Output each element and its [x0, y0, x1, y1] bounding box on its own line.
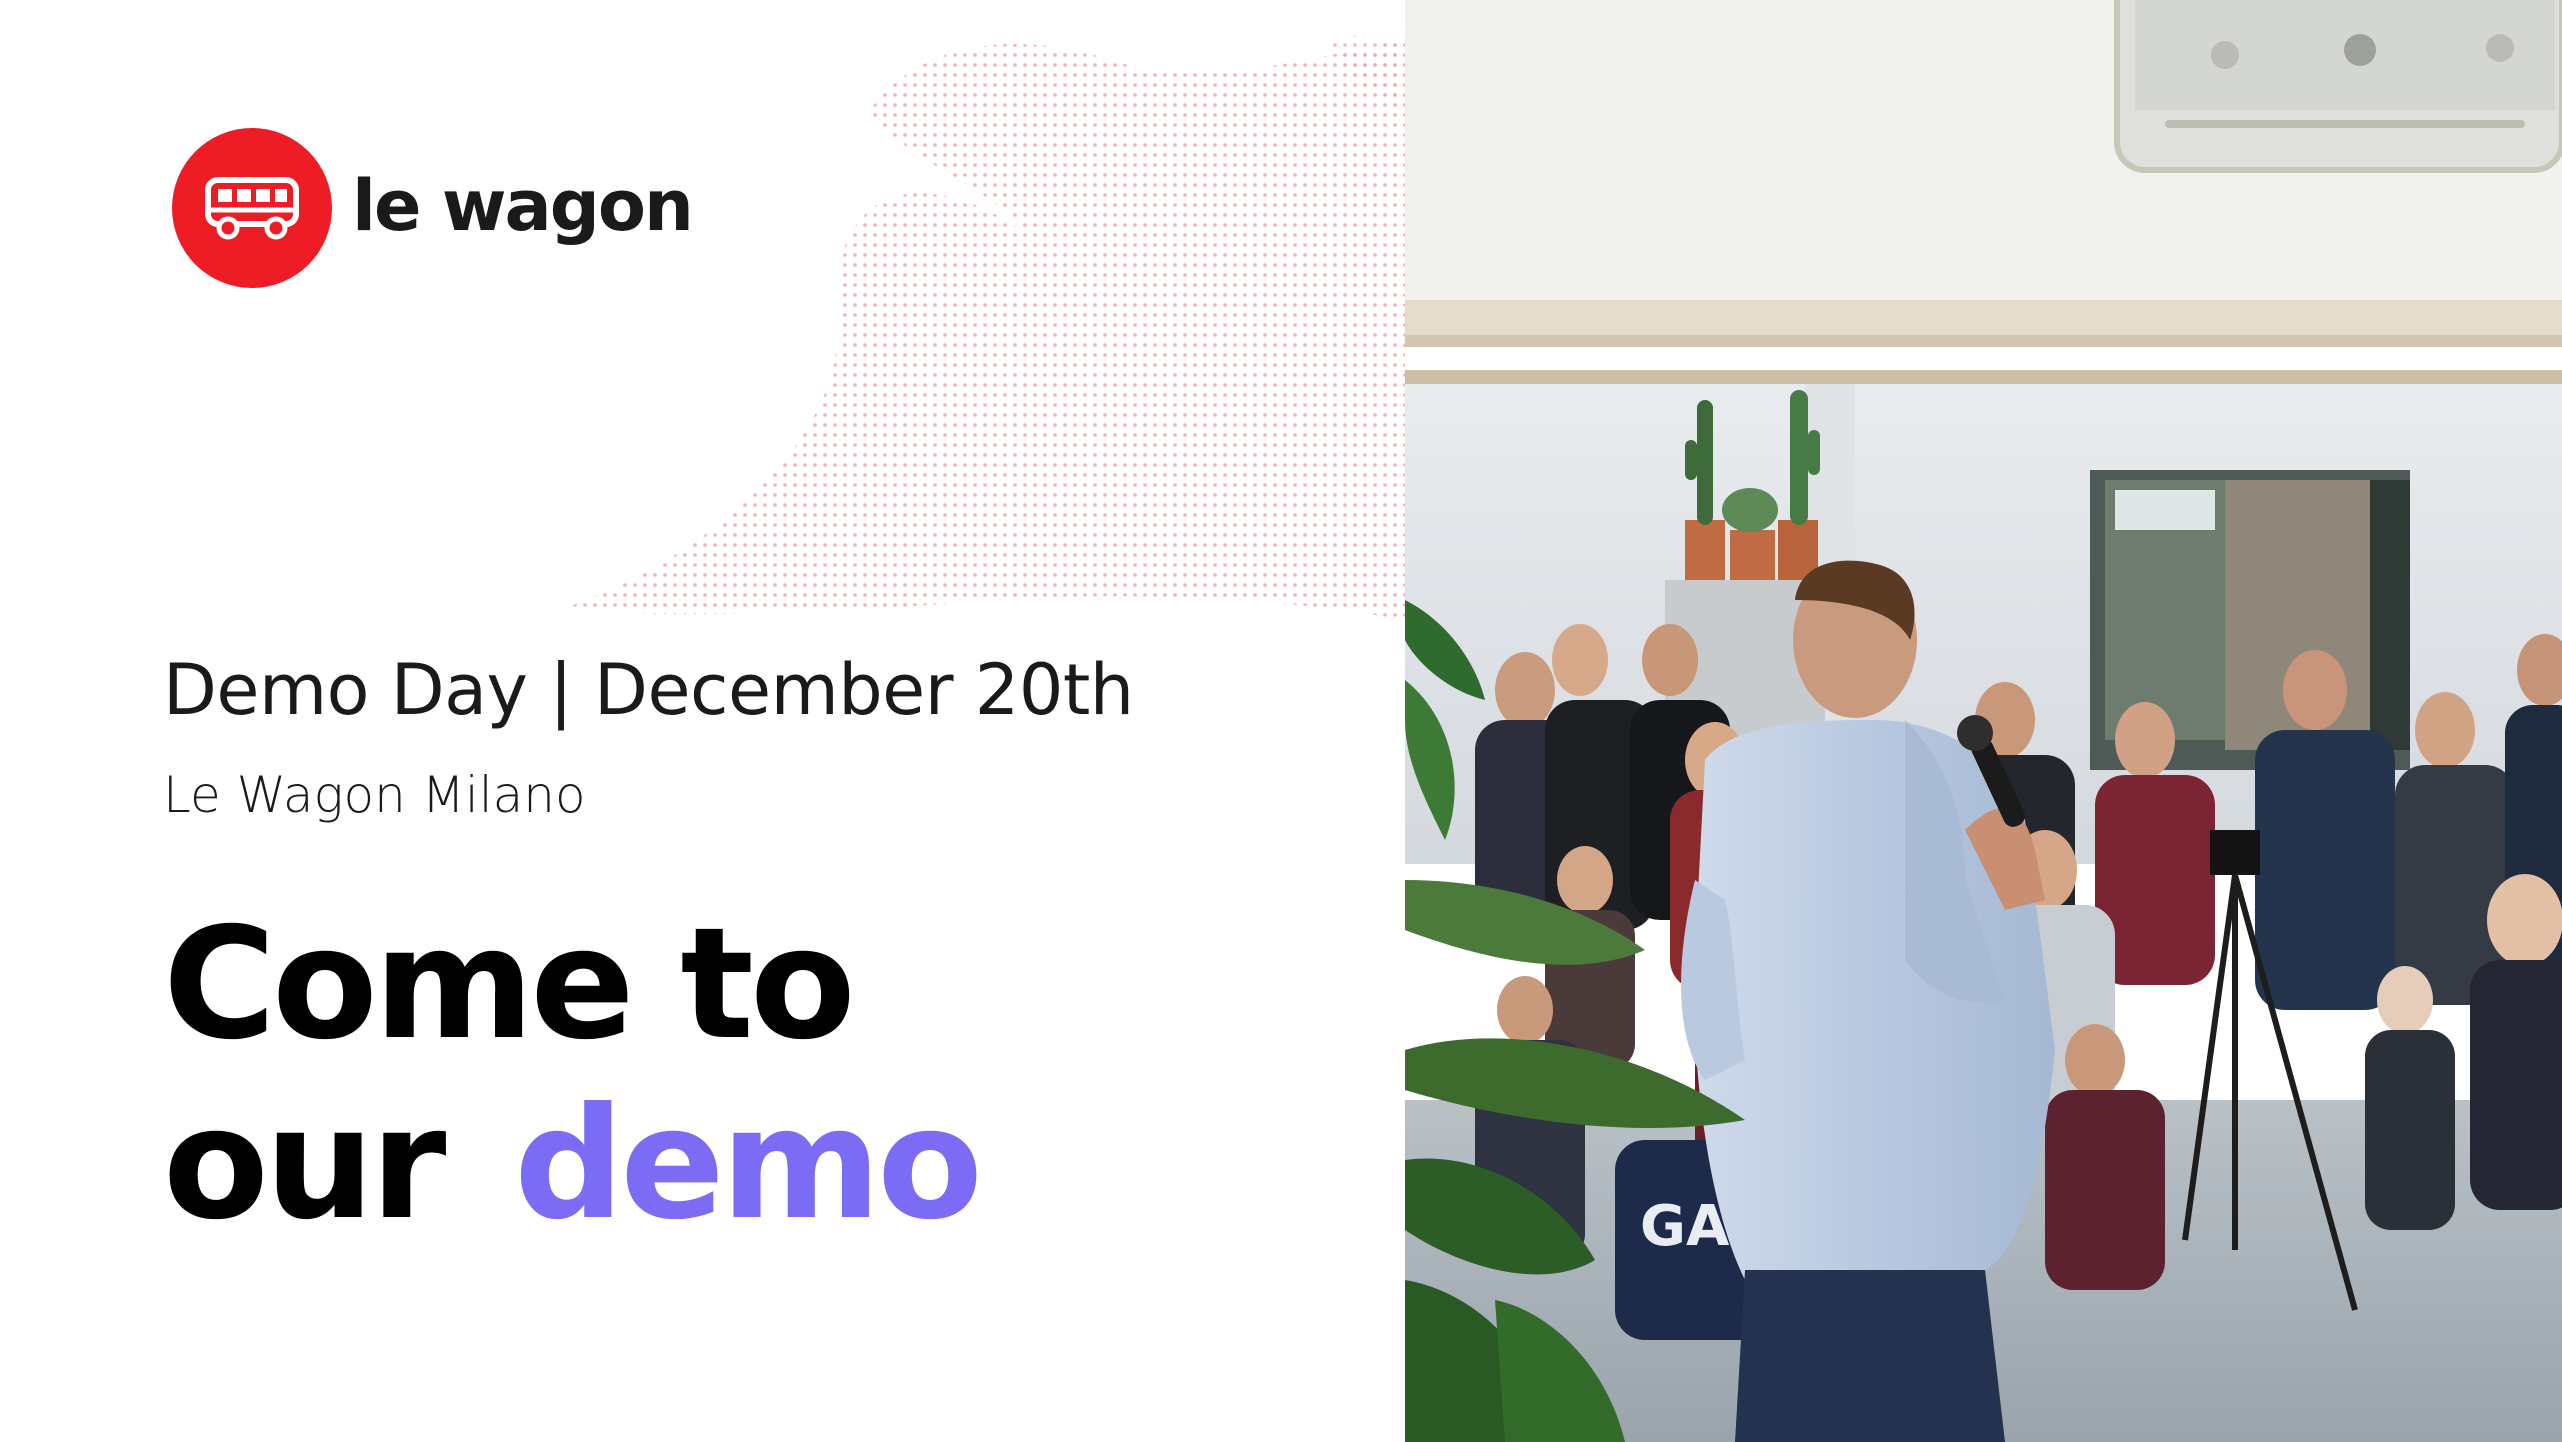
- logo-badge: [172, 128, 332, 288]
- content-panel: le wagon Demo Day | December 20th Le Wag…: [0, 0, 1405, 1442]
- event-location: Le Wagon Milano: [163, 766, 586, 824]
- headline-line-1: Come to: [163, 895, 856, 1074]
- brand-wordmark: le wagon: [352, 165, 694, 247]
- event-photo-illustration: GAP: [1405, 0, 2562, 1442]
- event-photo: GAP: [1405, 0, 2562, 1442]
- dotted-wave-decoration: [560, 35, 1405, 620]
- event-title: Demo Day | December 20th: [163, 649, 1134, 731]
- headline-highlight: demo: [492, 1035, 987, 1257]
- demo-day-banner: le wagon Demo Day | December 20th Le Wag…: [0, 0, 2562, 1442]
- headline-line-2: our demo: [163, 1035, 987, 1257]
- headline: Come to our demo: [163, 895, 987, 1257]
- headline-prefix: our: [163, 1075, 446, 1254]
- bus-icon: [205, 177, 299, 240]
